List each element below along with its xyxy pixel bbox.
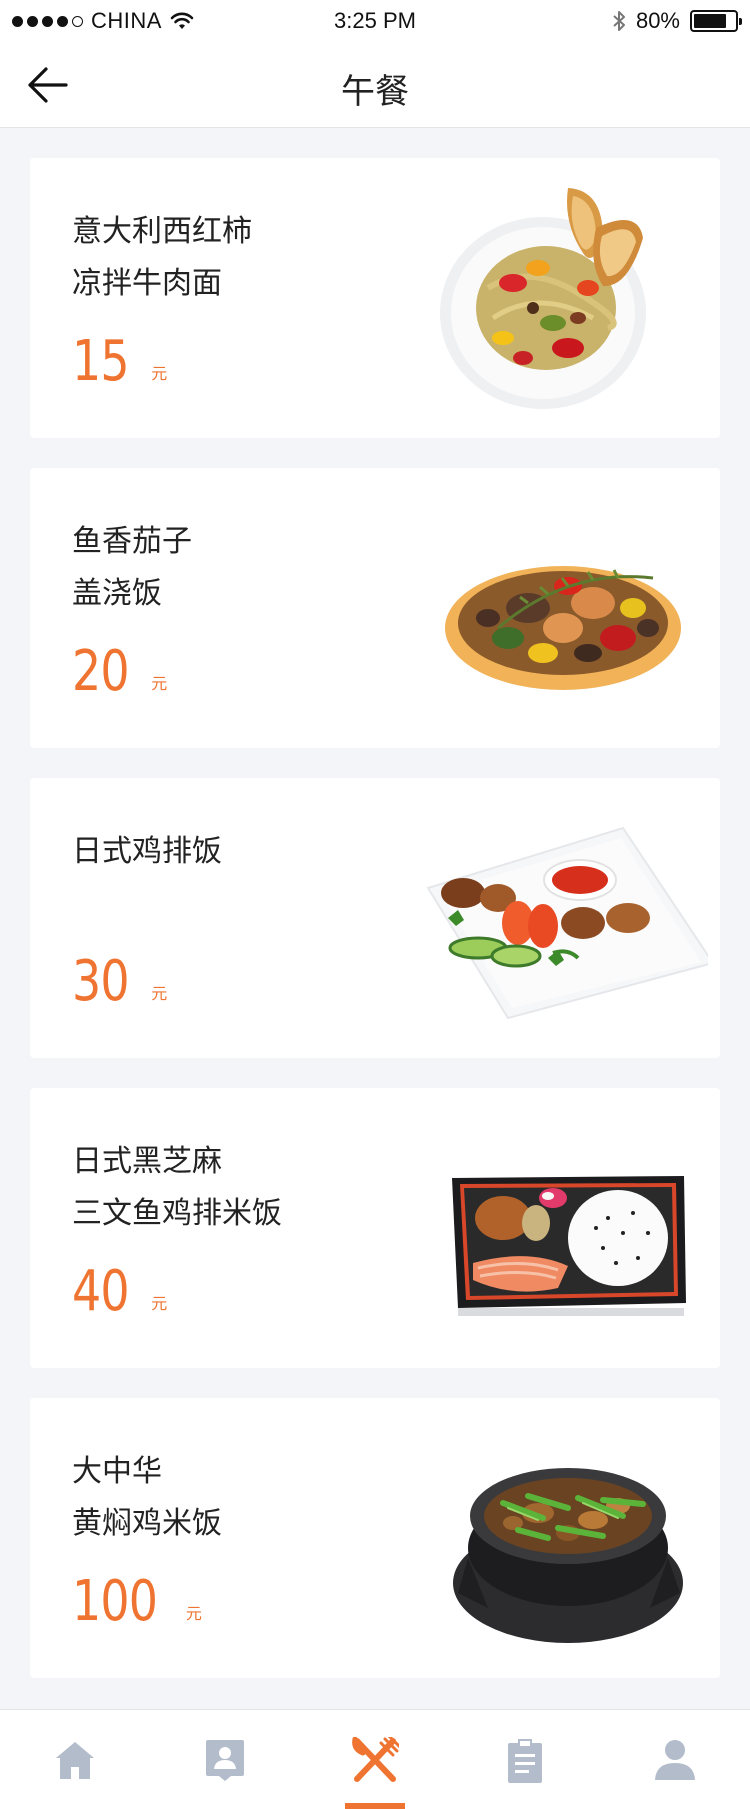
price-unit: 元: [151, 984, 168, 1003]
contact-card-icon: [206, 1739, 244, 1781]
dish-name: 意大利西红柿 凉拌牛肉面: [72, 206, 372, 310]
price-row: 15 元: [72, 334, 167, 390]
status-right: 80%: [612, 8, 742, 34]
tab-profile[interactable]: [600, 1710, 750, 1809]
dish-price: 40: [72, 1259, 130, 1324]
dish-price: 20: [72, 639, 130, 704]
battery-level-fill: [694, 14, 726, 28]
price-unit: 元: [151, 364, 168, 383]
home-icon: [56, 1741, 94, 1779]
status-bar: CHINA 3:25 PM 80%: [0, 0, 750, 42]
dish-name: 大中华 黄焖鸡米饭: [72, 1446, 372, 1550]
menu-item-card[interactable]: 大中华 黄焖鸡米饭 100 元: [30, 1398, 720, 1678]
price-unit: 元: [151, 1294, 168, 1313]
price-row: 30 元: [72, 954, 167, 1010]
dish-name-line2: 凉拌牛肉面: [72, 266, 222, 301]
price-row: 20 元: [72, 644, 167, 700]
tab-home[interactable]: [0, 1710, 150, 1809]
price-row: 40 元: [72, 1264, 167, 1320]
dish-name-line2: 盖浇饭: [72, 576, 162, 611]
price-unit: 元: [185, 1604, 202, 1623]
dish-name: 鱼香茄子 盖浇饭: [72, 516, 372, 620]
menu-item-card[interactable]: 日式黑芝麻 三文鱼鸡排米饭 40 元: [30, 1088, 720, 1368]
bluetooth-icon: [613, 11, 625, 31]
dish-name-line1: 大中华: [72, 1454, 162, 1489]
user-icon: [655, 1739, 695, 1780]
tab-dining[interactable]: [300, 1710, 450, 1809]
fork-knife-icon: [352, 1736, 399, 1782]
price-unit: 元: [151, 674, 168, 693]
navigation-bar: 午餐: [0, 42, 750, 128]
menu-item-card[interactable]: 意大利西红柿 凉拌牛肉面 15 元: [30, 158, 720, 438]
dish-name-line2: 三文鱼鸡排米饭: [72, 1196, 282, 1231]
clipboard-icon: [508, 1738, 542, 1783]
dish-name: 日式黑芝麻 三文鱼鸡排米饭: [72, 1136, 372, 1240]
battery-percent: 80%: [635, 8, 680, 33]
menu-item-card[interactable]: 鱼香茄子 盖浇饭 20 元: [30, 468, 720, 748]
bottom-tab-bar: [0, 1709, 750, 1809]
dish-price: 30: [72, 949, 130, 1014]
chicken-skewer-image: [426, 826, 708, 1020]
price-row: 100 元: [72, 1574, 202, 1630]
dish-name: 日式鸡排饭: [72, 826, 372, 878]
tab-orders[interactable]: [450, 1710, 600, 1809]
tab-contacts[interactable]: [150, 1710, 300, 1809]
eggplant-stir-fry-image: [445, 566, 681, 690]
dish-name-line1: 意大利西红柿: [72, 214, 252, 249]
dish-price: 15: [72, 329, 130, 394]
menu-list: 意大利西红柿 凉拌牛肉面 15 元 鱼香茄子 盖浇饭 20 元 日式鸡排饭 30…: [30, 158, 720, 1708]
dish-name-line1: 日式黑芝麻: [72, 1144, 222, 1179]
menu-item-card[interactable]: 日式鸡排饭 30 元: [30, 778, 720, 1058]
dish-name-line2: 黄焖鸡米饭: [72, 1506, 222, 1541]
salmon-bento-image: [452, 1176, 686, 1316]
dish-price: 100: [72, 1569, 158, 1634]
dish-name-line1: 鱼香茄子: [72, 524, 192, 559]
active-tab-indicator: [345, 1803, 405, 1809]
page-title: 午餐: [341, 72, 409, 112]
claypot-chicken-image: [453, 1468, 683, 1643]
pasta-salad-image: [440, 188, 646, 409]
battery-icon: [690, 10, 742, 32]
dish-name-line1: 日式鸡排饭: [72, 834, 222, 869]
